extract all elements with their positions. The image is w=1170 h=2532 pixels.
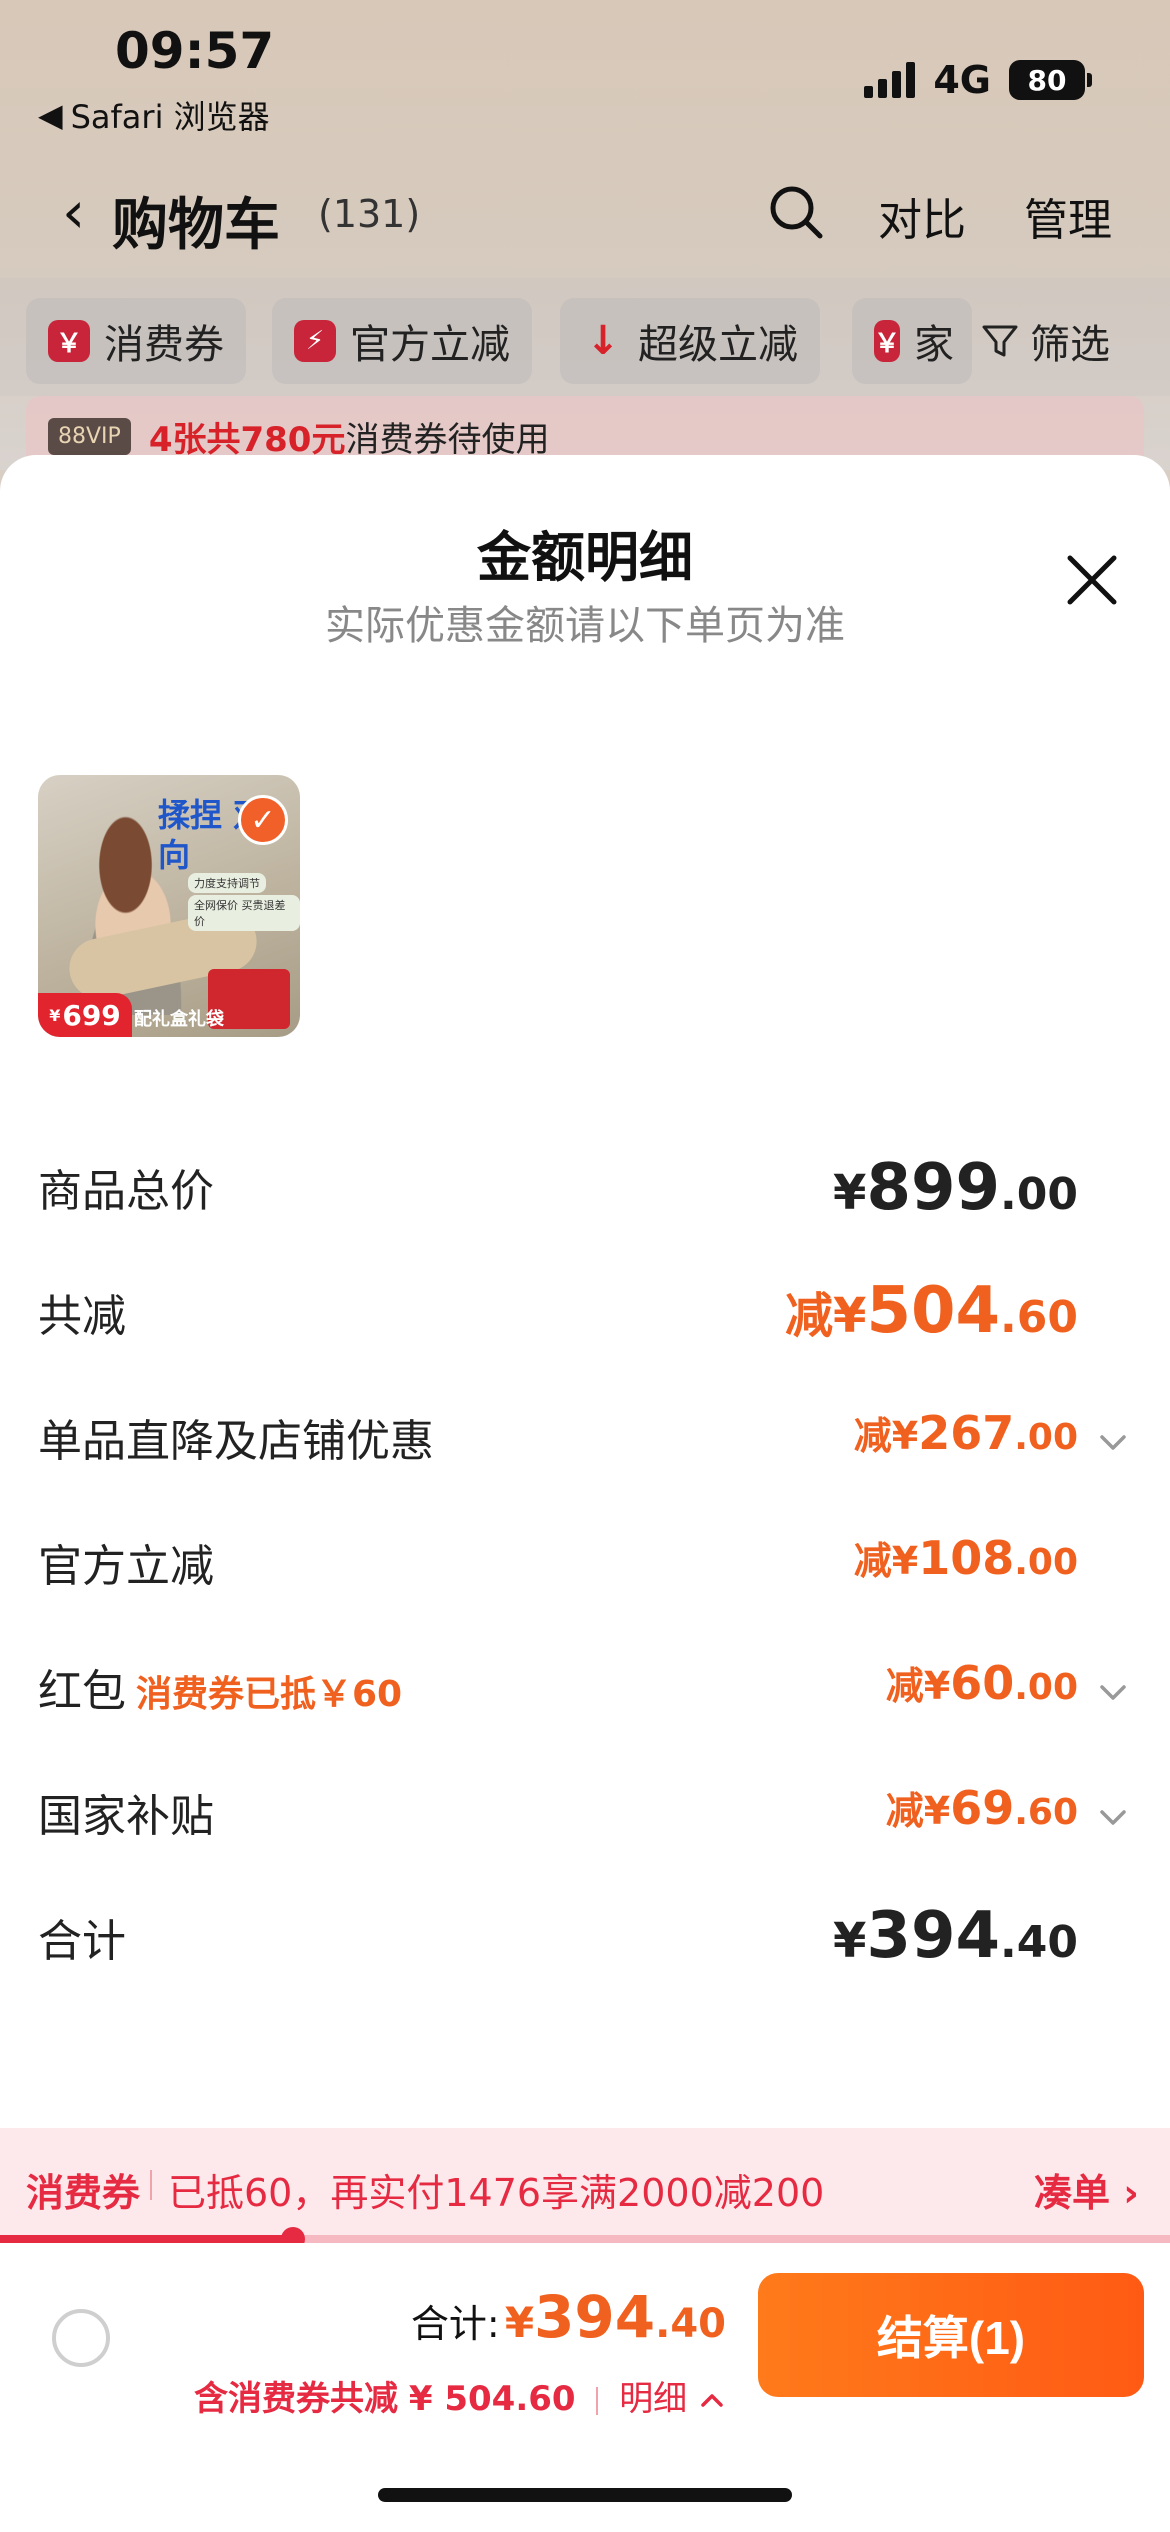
chip-label: 官方立减	[350, 322, 510, 368]
row-amount: 减¥504.60	[785, 1274, 1078, 1348]
product-tag: 全网保价 买贵退差价	[188, 895, 300, 931]
chevron-left-icon[interactable]: ‹	[62, 178, 85, 246]
row-sum: 合计 ¥394.40	[38, 1899, 1078, 1985]
row-label: 合计	[38, 1916, 126, 1967]
row-label: 国家补贴	[38, 1791, 214, 1842]
add-items-link[interactable]: 凑单 ›	[1034, 2162, 1139, 2217]
row-amount: 减¥108.00	[853, 1531, 1078, 1585]
product-price: ¥699	[38, 993, 132, 1037]
filter-chip-coupon[interactable]: ￥ 消费券	[26, 298, 246, 384]
coupon-icon: ￥	[48, 320, 90, 362]
row-label: 商品总价	[38, 1166, 214, 1217]
home-indicator[interactable]	[378, 2488, 792, 2502]
search-icon[interactable]	[766, 182, 826, 242]
vip-badge: 88VIP	[48, 417, 131, 455]
row-red-packet[interactable]: 红包 消费券已抵￥60 减¥60.00	[38, 1655, 1126, 1735]
filter-chip-official-discount[interactable]: ⚡ 官方立减	[272, 298, 532, 384]
checkout-button[interactable]: 结算(1)	[758, 2273, 1144, 2397]
funnel-icon	[982, 325, 1018, 357]
divider	[150, 2170, 152, 2200]
down-arrow-icon: ↓	[586, 318, 620, 364]
back-to-app[interactable]: ◀ Safari 浏览器	[38, 92, 270, 138]
detail-label: 明细	[619, 2379, 688, 2419]
signal-icon	[864, 62, 916, 98]
row-label: 红包 消费券已抵￥60	[38, 1666, 403, 1717]
row-national-subsidy[interactable]: 国家补贴 减¥69.60	[38, 1780, 1126, 1860]
chip-label: 家	[914, 322, 955, 368]
network-type: 4G	[933, 58, 991, 102]
coupon-label: 消费券	[26, 2171, 141, 2215]
row-goods-total: 商品总价 ¥899.00	[38, 1151, 1078, 1235]
status-indicators: 4G 80	[864, 58, 1092, 102]
sheet-subtitle: 实际优惠金额请以下单页为准	[325, 603, 845, 649]
chevron-up-icon	[701, 2393, 723, 2407]
chevron-down-icon[interactable]	[1096, 1425, 1130, 1459]
row-total-discount: 共减 减¥504.60	[38, 1274, 1078, 1360]
check-icon[interactable]: ✓	[238, 795, 288, 845]
discount-text: 含消费券共减	[194, 2379, 399, 2419]
filter-bar: ￥ 消费券 ⚡ 官方立减 ↓ 超级立减 ￥ 家 筛选	[0, 278, 1170, 396]
cart-count: (131)	[318, 192, 421, 236]
product-tag: 力度支持调节	[188, 873, 266, 893]
sheet-title: 金额明细	[477, 526, 693, 589]
battery-icon: 80	[1009, 60, 1092, 100]
filter-chip-super-discount[interactable]: ↓ 超级立减	[560, 298, 820, 384]
product-thumbnail[interactable]: 揉捏 双向 力度支持调节 全网保价 买贵退差价 ¥699 配礼盒礼袋 ✓	[38, 775, 300, 1037]
total-label: 合计:	[410, 2302, 500, 2346]
back-triangle-icon: ◀	[38, 96, 63, 134]
chevron-right-icon: ›	[1110, 2171, 1139, 2215]
compare-button[interactable]: 对比	[878, 184, 966, 248]
background-page: 09:57 ◀ Safari 浏览器 4G 80 ‹ 购物车 (131) 对比 …	[0, 0, 1170, 476]
close-icon[interactable]	[1062, 550, 1122, 610]
page-title: 购物车	[112, 193, 280, 258]
back-app-label: Safari 浏览器	[70, 98, 270, 136]
row-amount: 减¥60.00	[885, 1656, 1078, 1710]
red-packet-note: 消费券已抵￥60	[136, 1674, 403, 1715]
filter-label: 筛选	[1030, 322, 1110, 368]
coupon-icon: ￥	[874, 320, 901, 362]
row-label: 官方立减	[38, 1541, 214, 1592]
row-amount: ¥899.00	[833, 1151, 1078, 1225]
coupon-progress-fill	[0, 2235, 293, 2243]
chevron-down-icon[interactable]	[1096, 1675, 1130, 1709]
select-all-checkbox[interactable]	[52, 2309, 110, 2367]
vip-text: 消费券待使用	[345, 419, 550, 460]
coupon-bar: 消费券 已抵60，再实付1476享满2000减200 凑单 ›	[0, 2128, 1170, 2238]
vip-highlight: 4张共780元	[148, 419, 346, 460]
manage-button[interactable]: 管理	[1024, 184, 1112, 248]
discount-amount: ¥ 504.60	[408, 2379, 576, 2419]
cart-header: ‹ 购物车 (131) 对比 管理	[0, 170, 1170, 258]
row-item-shop-discount[interactable]: 单品直降及店铺优惠 减¥267.00	[38, 1405, 1126, 1485]
row-label: 单品直降及店铺优惠	[38, 1416, 434, 1467]
chip-label: 超级立减	[638, 322, 798, 368]
chip-label: 消费券	[104, 322, 224, 368]
filter-chip-home[interactable]: ￥ 家	[852, 298, 972, 384]
chevron-down-icon[interactable]	[1096, 1800, 1130, 1834]
row-amount: 减¥267.00	[853, 1406, 1078, 1460]
battery-level: 80	[1009, 60, 1085, 100]
row-label: 共减	[38, 1291, 126, 1342]
total-amount: 合计: ¥394.40	[410, 2283, 726, 2351]
lightning-icon: ⚡	[294, 320, 336, 362]
coupon-progress	[0, 2227, 1170, 2251]
row-amount: 减¥69.60	[885, 1781, 1078, 1835]
amount-detail-sheet: 金额明细 实际优惠金额请以下单页为准 揉捏 双向 力度支持调节 全网保价 买贵退…	[0, 455, 1170, 2130]
filter-button[interactable]: 筛选	[980, 298, 1110, 384]
row-amount: ¥394.40	[833, 1899, 1078, 1973]
gift-label: 配礼盒礼袋	[134, 1009, 224, 1030]
discount-summary[interactable]: 含消费券共减 ¥ 504.60 明细	[194, 2371, 726, 2420]
row-official-discount: 官方立减 减¥108.00	[38, 1530, 1078, 1610]
coupon-text: 已抵60，再实付1476享满2000减200	[168, 2171, 825, 2215]
status-time: 09:57	[115, 22, 275, 80]
